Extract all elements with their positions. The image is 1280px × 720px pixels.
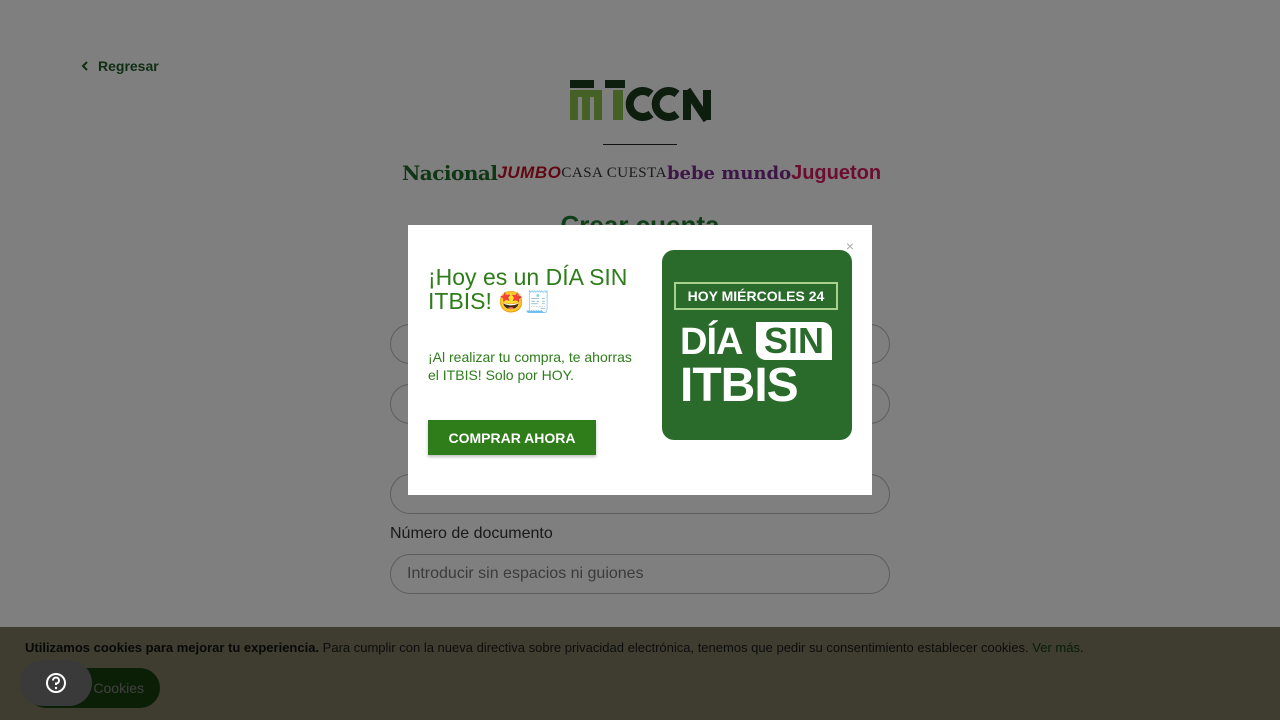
modal-body: ¡Al realizar tu compra, te ahorras el IT… (428, 349, 632, 383)
promo-image: HOY MIÉRCOLES 24 DÍA SIN ITBIS (662, 250, 852, 440)
close-icon[interactable]: × (846, 239, 854, 253)
question-circle-icon (46, 673, 66, 693)
buy-now-button[interactable]: COMPRAR AHORA (428, 420, 596, 455)
help-button[interactable] (20, 660, 92, 706)
promo-sin: SIN (756, 322, 832, 360)
modal-title: ¡Hoy es un DÍA SIN ITBIS! 🤩🧾 (428, 265, 638, 315)
promo-itbis: ITBIS (680, 359, 799, 412)
promo-modal: × ¡Hoy es un DÍA SIN ITBIS! 🤩🧾 ¡Al reali… (408, 225, 872, 495)
promo-tag: HOY MIÉRCOLES 24 (674, 282, 838, 310)
promo-dia: DÍA (680, 321, 743, 363)
star-eyes-receipt-icon: 🤩🧾 (498, 291, 551, 314)
